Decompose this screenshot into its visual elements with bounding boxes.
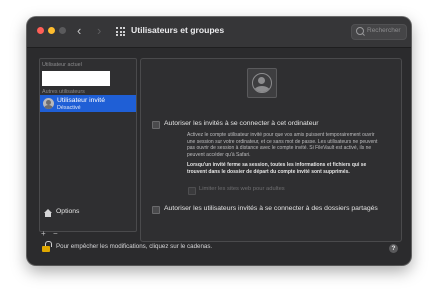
description-line: une session sur votre ordinateur, et ce …: [187, 138, 378, 145]
allow-shared-folders-checkbox[interactable]: [152, 206, 160, 214]
user-avatar-icon: [43, 98, 54, 109]
guest-user-name: Utilisateur invité: [57, 97, 105, 104]
remove-user-button[interactable]: −: [53, 229, 58, 238]
titlebar: ‹ › Utilisateurs et groupes Rechercher: [27, 17, 411, 48]
guest-user-status: Désactivé: [57, 105, 81, 111]
sidebar-item-guest-user[interactable]: Utilisateur invité Désactivé: [40, 95, 136, 112]
allow-guest-login-checkbox[interactable]: [152, 121, 160, 129]
zoom-window-button[interactable]: [59, 27, 66, 34]
close-window-button[interactable]: [37, 27, 44, 34]
warning-line: trouvent dans le dossier de départ du co…: [187, 168, 350, 175]
limit-adult-sites-checkbox[interactable]: [188, 187, 196, 195]
search-placeholder: Rechercher: [367, 27, 401, 34]
window-title: Utilisateurs et groupes: [131, 25, 225, 35]
current-user-section-label: Utilisateur actuel: [42, 62, 82, 68]
minimize-window-button[interactable]: [48, 27, 55, 34]
house-icon: [44, 209, 52, 217]
help-button[interactable]: ?: [389, 244, 398, 253]
description-line: peuvent accéder qu'à Safari.: [187, 151, 251, 158]
user-picture: [247, 68, 277, 98]
users-sidebar: Utilisateur actuel Autres utilisateurs U…: [39, 58, 137, 232]
guest-settings-panel: Autoriser les invités à se connecter à c…: [140, 58, 402, 242]
forward-arrow-icon[interactable]: ›: [97, 23, 101, 39]
lock-icon[interactable]: [42, 241, 52, 252]
add-remove-bar: + −: [39, 229, 135, 239]
show-all-grid-icon[interactable]: [116, 27, 125, 36]
allow-shared-folders-label: Autoriser les utilisateurs invités à se …: [164, 205, 378, 212]
system-preferences-window: ‹ › Utilisateurs et groupes Rechercher U…: [27, 17, 411, 265]
back-arrow-icon[interactable]: ‹: [77, 23, 81, 39]
options-label: Options: [56, 208, 80, 215]
search-field[interactable]: Rechercher: [351, 24, 407, 40]
allow-guest-login-label: Autoriser les invités à se connecter à c…: [164, 120, 319, 127]
person-silhouette-icon: [252, 73, 272, 93]
warning-line: Lorsqu'un invité ferme sa session, toute…: [187, 162, 367, 168]
description-line: Activez le compte utilisateur invité pou…: [187, 132, 375, 138]
description-line: pas ouvrir de session à distance avec le…: [187, 145, 372, 151]
current-user-row[interactable]: [42, 71, 110, 86]
add-user-button[interactable]: +: [41, 229, 46, 238]
search-icon: [356, 27, 364, 35]
limit-adult-sites-label: Limiter les sites web pour adultes: [199, 186, 285, 192]
lock-hint-text: Pour empêcher les modifications, cliquez…: [56, 243, 213, 250]
